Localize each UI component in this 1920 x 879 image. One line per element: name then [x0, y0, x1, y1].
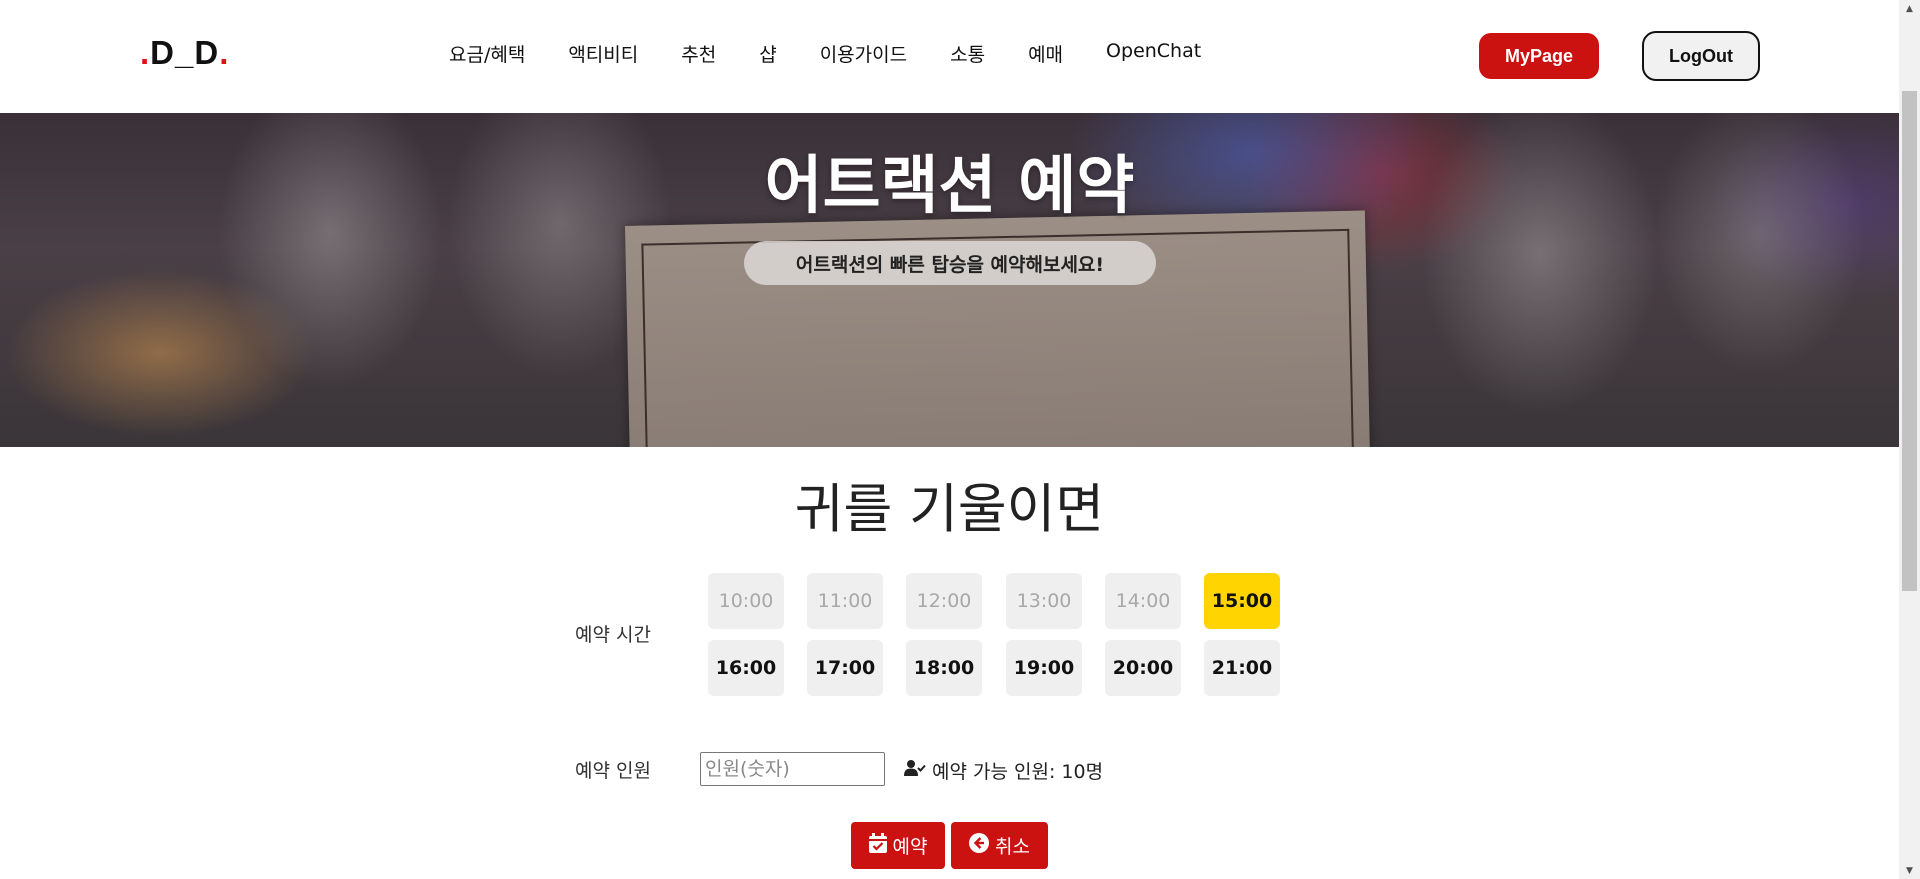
time-slot: 14:00: [1105, 573, 1181, 629]
capacity-info: 예약 가능 인원: 10명: [904, 757, 1103, 784]
time-slot-selected[interactable]: 15:00: [1204, 573, 1280, 629]
people-count-input[interactable]: [700, 752, 885, 786]
scroll-up-arrow-icon[interactable]: ▲: [1899, 0, 1920, 17]
time-slot: 10:00: [708, 573, 784, 629]
mypage-button[interactable]: MyPage: [1479, 33, 1599, 79]
scroll-down-arrow-icon[interactable]: ▼: [1899, 862, 1920, 879]
attraction-name: 귀를 기울이면: [794, 479, 1105, 540]
people-label: 예약 인원: [575, 760, 651, 782]
site-logo[interactable]: .D_D.: [140, 34, 229, 72]
nav-item-booking[interactable]: 예매: [1028, 40, 1063, 67]
time-slot: 13:00: [1006, 573, 1082, 629]
reserve-button[interactable]: 예약: [851, 822, 945, 869]
reserve-button-label: 예약: [892, 836, 928, 858]
nav-item-recommend[interactable]: 추천: [681, 40, 716, 67]
time-slot: 11:00: [807, 573, 883, 629]
nav-item-activity[interactable]: 액티비티: [568, 40, 638, 67]
user-check-icon: [904, 759, 926, 782]
main-nav: 요금/혜택 액티비티 추천 샵 이용가이드 소통 예매 OpenChat: [449, 40, 1244, 67]
nav-item-community[interactable]: 소통: [950, 40, 985, 67]
time-slot[interactable]: 18:00: [906, 640, 982, 696]
time-slot[interactable]: 19:00: [1006, 640, 1082, 696]
arrow-left-circle-icon: [969, 833, 990, 858]
nav-item-guide[interactable]: 이용가이드: [820, 40, 907, 67]
site-header: .D_D. 요금/혜택 액티비티 추천 샵 이용가이드 소통 예매 OpenCh…: [0, 0, 1899, 113]
hero-banner: 어트랙션 예약 어트랙션의 빠른 탑승을 예약해보세요!: [0, 113, 1899, 447]
scroll-thumb[interactable]: [1902, 91, 1917, 591]
hero-subtitle: 어트랙션의 빠른 탑승을 예약해보세요!: [744, 241, 1156, 285]
nav-item-openchat[interactable]: OpenChat: [1106, 40, 1201, 67]
time-slot[interactable]: 16:00: [708, 640, 784, 696]
nav-item-pricing[interactable]: 요금/혜택: [449, 40, 525, 67]
nav-item-shop[interactable]: 샵: [759, 40, 776, 67]
logo-dot-left: .: [140, 34, 151, 71]
time-slot[interactable]: 21:00: [1204, 640, 1280, 696]
capacity-text: 예약 가능 인원: 10명: [932, 761, 1104, 783]
logo-text: D_D: [150, 34, 220, 71]
cancel-button-label: 취소: [995, 836, 1030, 858]
logo-dot-right: .: [219, 34, 230, 71]
page-scrollbar[interactable]: ▲ ▼: [1899, 0, 1920, 879]
time-slot[interactable]: 17:00: [807, 640, 883, 696]
logout-button[interactable]: LogOut: [1642, 31, 1760, 81]
time-slot[interactable]: 20:00: [1105, 640, 1181, 696]
cancel-button[interactable]: 취소: [951, 822, 1048, 869]
time-slot: 12:00: [906, 573, 982, 629]
calendar-check-icon: [868, 833, 887, 858]
time-label: 예약 시간: [575, 624, 651, 646]
hero-title: 어트랙션 예약: [764, 149, 1135, 222]
